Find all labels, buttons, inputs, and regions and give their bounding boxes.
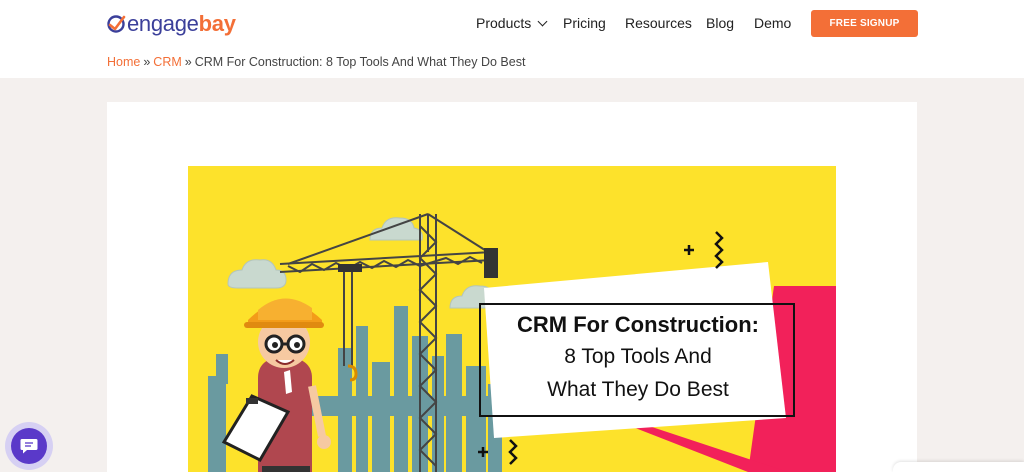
logo-text: engagebay: [127, 11, 236, 36]
nav-pricing[interactable]: Pricing: [563, 13, 606, 33]
breadcrumb-separator: »: [184, 55, 192, 69]
logo-mark-icon: [107, 15, 126, 33]
free-signup-button[interactable]: FREE SIGNUP: [811, 10, 918, 37]
chat-widget-inner: [11, 428, 47, 464]
breadcrumb: Home» CRM» CRM For Construction: 8 Top Too…: [107, 55, 525, 69]
breadcrumb-current: CRM For Construction: 8 Top Tools And Wh…: [194, 55, 526, 69]
chat-widget-button[interactable]: [5, 422, 53, 470]
chevron-down-icon: [537, 16, 548, 27]
hero-image: CRM For Construction: 8 Top Tools And Wh…: [188, 166, 836, 472]
hero-title-line2: 8 Top Tools And: [564, 345, 712, 368]
chat-bubble-icon: [20, 439, 38, 454]
site-header: engagebay Products Pricing Resources Blo…: [0, 0, 1024, 78]
construction-illustration: CRM For Construction: 8 Top Tools And Wh…: [188, 166, 836, 472]
nav-blog[interactable]: Blog: [706, 13, 734, 33]
article-card: CRM For Construction: 8 Top Tools And Wh…: [107, 102, 917, 472]
corner-widget[interactable]: [893, 462, 1024, 472]
nav-products[interactable]: Products: [476, 13, 548, 33]
engagebay-logo[interactable]: engagebay: [106, 10, 236, 38]
breadcrumb-crm[interactable]: CRM: [153, 55, 181, 69]
breadcrumb-home[interactable]: Home: [107, 55, 140, 69]
nav-products-label: Products: [476, 15, 532, 31]
hero-title-line3: What They Do Best: [547, 378, 729, 401]
breadcrumb-separator: »: [143, 55, 151, 69]
hero-title-line1: CRM For Construction:: [517, 312, 759, 337]
nav-demo[interactable]: Demo: [754, 13, 791, 33]
nav-resources[interactable]: Resources: [625, 13, 692, 33]
